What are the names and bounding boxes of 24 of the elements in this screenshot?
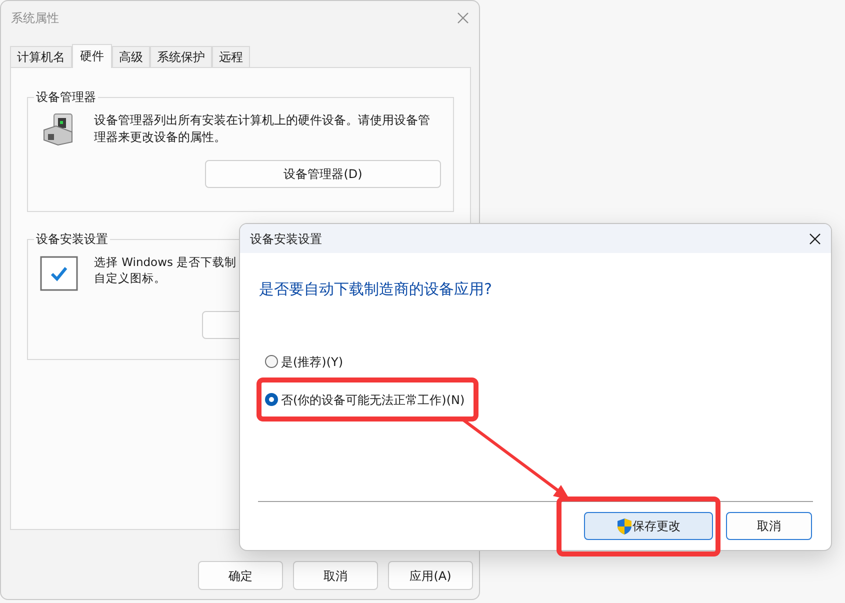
tab[interactable]: 系统保护 [150, 46, 212, 67]
description-text: 自定义图标。 [94, 270, 167, 286]
radio-option[interactable]: 否(你的设备可能无法正常工作)(N) [265, 390, 465, 408]
description-text: 选择 Windows 是否下载制 [94, 254, 237, 270]
window-title: 系统属性 [11, 10, 59, 26]
tab[interactable]: 远程 [212, 46, 250, 67]
dialog-button[interactable]: 应用(A) [388, 561, 473, 590]
shield-icon [616, 518, 632, 534]
close-icon[interactable] [809, 232, 821, 244]
tab[interactable]: 高级 [112, 46, 150, 67]
tab[interactable]: 硬件 [72, 44, 112, 68]
group-title: 设备管理器 [35, 89, 97, 106]
save-button[interactable]: 保存更改 [584, 512, 713, 540]
checkbox-picture-icon [40, 256, 78, 291]
radio-option[interactable]: 是(推荐)(Y) [265, 352, 344, 370]
dialog-button[interactable]: 取消 [293, 561, 378, 590]
question-heading: 是否要自动下载制造商的设备应用? [259, 279, 493, 300]
device-manager-button[interactable]: 设备管理器(D) [205, 160, 441, 188]
description-text: 设备管理器列出所有安装在计算机上的硬件设备。请使用设备管理器来更改设备的属性。 [94, 112, 431, 146]
tab[interactable]: 计算机名 [10, 46, 72, 67]
dialog-title: 设备安装设置 [250, 230, 322, 248]
cancel-button[interactable]: 取消 [726, 512, 812, 540]
group-title: 设备安装设置 [35, 231, 109, 248]
dialog-button[interactable]: 确定 [198, 561, 283, 590]
